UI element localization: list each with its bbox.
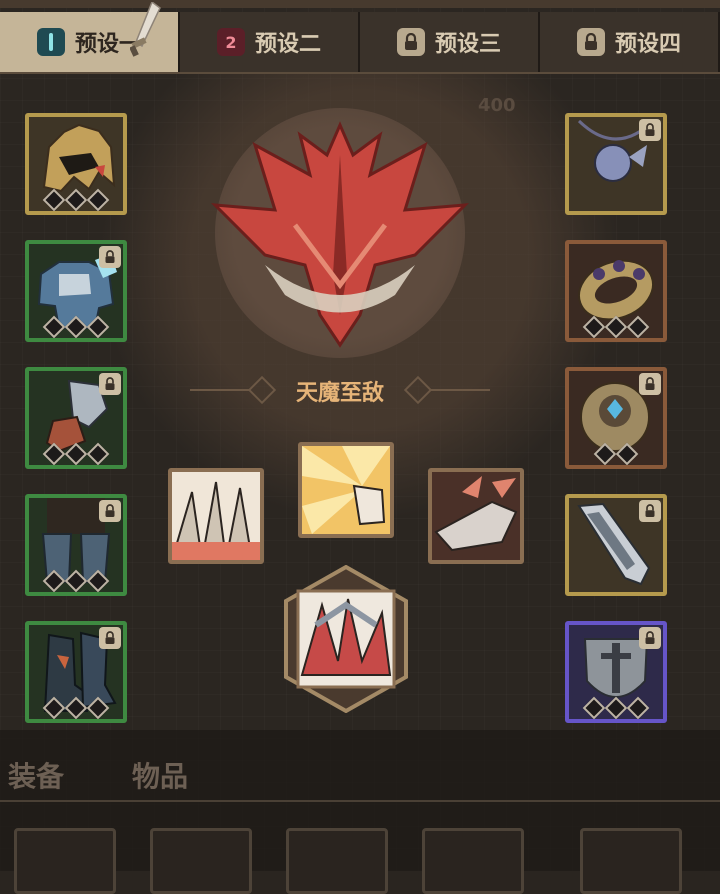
tab-equipment[interactable]: 装备 bbox=[8, 755, 64, 795]
radiant-strike-icon bbox=[302, 446, 390, 534]
lock-icon bbox=[576, 28, 605, 56]
set-name: 天魔至敌 bbox=[295, 381, 384, 406]
equip-slot-amulet[interactable] bbox=[565, 367, 667, 469]
lock-icon bbox=[99, 500, 121, 522]
lock-icon bbox=[99, 627, 121, 649]
equip-slot-necklace[interactable] bbox=[565, 113, 667, 215]
inventory-slot[interactable] bbox=[580, 828, 682, 894]
lock-icon bbox=[99, 246, 121, 268]
background-number: 400 bbox=[478, 95, 516, 116]
equip-slot-weapon[interactable] bbox=[565, 494, 667, 596]
gem-sockets bbox=[29, 696, 123, 719]
tab-preset-4[interactable]: 预设四 bbox=[540, 12, 720, 72]
skill-slot-right[interactable] bbox=[428, 468, 524, 564]
lock-icon bbox=[639, 627, 661, 649]
preset-tabbar: 预设一 2 预设二 预设三 预设四 bbox=[0, 2, 720, 74]
lock-icon bbox=[639, 373, 661, 395]
tab-preset-1[interactable]: 预设一 bbox=[0, 2, 180, 72]
equip-slot-armor[interactable] bbox=[25, 240, 127, 342]
divider bbox=[0, 800, 720, 802]
equip-slot-legs[interactable] bbox=[25, 494, 127, 596]
gem-sockets bbox=[569, 315, 663, 338]
ultimate-skill-slot[interactable] bbox=[282, 565, 410, 713]
tab-label: 预设三 bbox=[434, 32, 501, 57]
inventory-slot[interactable] bbox=[422, 828, 524, 894]
top-strip bbox=[0, 0, 720, 8]
equip-slot-helmet[interactable] bbox=[25, 113, 127, 215]
demon-trident-emblem-icon bbox=[211, 121, 469, 348]
spike-burst-icon bbox=[172, 472, 260, 560]
lock-icon bbox=[639, 119, 661, 141]
blade-thrust-icon bbox=[432, 472, 520, 560]
red-two-icon: 2 bbox=[216, 28, 245, 56]
tab-preset-3[interactable]: 预设三 bbox=[360, 12, 540, 72]
equip-slot-ring[interactable] bbox=[565, 240, 667, 342]
gem-sockets bbox=[569, 696, 663, 719]
tab-label: 预设四 bbox=[614, 32, 681, 57]
dagger-icon bbox=[130, 2, 161, 57]
skill-slot-center[interactable] bbox=[298, 442, 394, 538]
tab-label: 预设二 bbox=[254, 32, 321, 57]
gem-sockets bbox=[29, 188, 123, 211]
lock-icon bbox=[99, 373, 121, 395]
equip-slot-gauntlet[interactable] bbox=[25, 367, 127, 469]
gem-sockets bbox=[29, 315, 123, 338]
gem-sockets bbox=[29, 569, 123, 592]
inventory-slot[interactable] bbox=[14, 828, 116, 894]
gem-sockets bbox=[29, 442, 123, 465]
inventory-slot[interactable] bbox=[150, 828, 252, 894]
tab-preset-2[interactable]: 2 预设二 bbox=[180, 12, 360, 72]
inventory-slot[interactable] bbox=[286, 828, 388, 894]
equip-slot-shield[interactable] bbox=[565, 621, 667, 723]
lock-icon bbox=[639, 500, 661, 522]
emblem-title: 天魔至敌 bbox=[190, 370, 490, 410]
tab-items[interactable]: 物品 bbox=[132, 755, 188, 795]
skill-slot-left[interactable] bbox=[168, 468, 264, 564]
equip-slot-boots[interactable] bbox=[25, 621, 127, 723]
lock-icon bbox=[396, 28, 425, 56]
teal-marker-icon bbox=[36, 28, 65, 56]
gem-sockets bbox=[569, 442, 663, 465]
